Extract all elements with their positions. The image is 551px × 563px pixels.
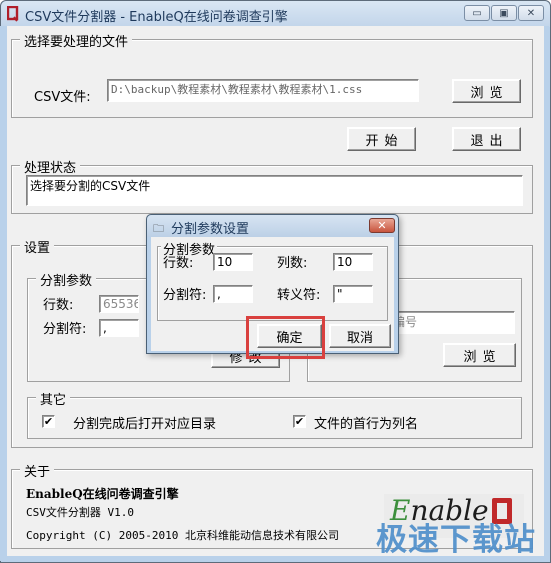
delimiter-input[interactable]: , bbox=[99, 319, 139, 337]
ok-button[interactable]: 确定 bbox=[257, 324, 322, 348]
app-logo-icon bbox=[7, 6, 19, 22]
dialog-cols-label: 列数: bbox=[277, 256, 308, 271]
cancel-button[interactable]: 取消 bbox=[329, 324, 391, 348]
copyright-text: Copyright (C) 2005-2010 北京科维能动信息技术有限公司 bbox=[26, 529, 339, 542]
dialog-close-button[interactable]: ✕ bbox=[369, 218, 395, 233]
browse-file-button[interactable]: 浏览 bbox=[452, 79, 521, 103]
dialog-delimiter-input[interactable]: , bbox=[213, 285, 253, 303]
product-name: EnableQ在线问卷调查引擎 bbox=[26, 487, 179, 501]
dialog-delimiter-label: 分割符: bbox=[163, 288, 207, 303]
browse-output-button[interactable]: 浏览 bbox=[443, 343, 516, 367]
open-folder-checkbox-label: 分割完成后打开对应目录 bbox=[73, 417, 217, 432]
split-params-group-label: 分割参数 bbox=[36, 270, 97, 289]
dialog-escape-input[interactable]: " bbox=[333, 285, 373, 303]
maximize-button[interactable]: ▣ bbox=[491, 5, 517, 21]
dialog-escape-label: 转义符: bbox=[277, 288, 321, 303]
window-title: CSV文件分割器 - EnableQ在线问卷调查引擎 bbox=[25, 10, 288, 25]
first-row-header-checkbox[interactable]: ✔ bbox=[293, 415, 306, 428]
dialog-title: 分割参数设置 bbox=[171, 222, 250, 237]
title-bar[interactable]: CSV文件分割器 - EnableQ在线问卷调查引擎 ▭ ▣ ✕ bbox=[1, 1, 550, 27]
status-textbox[interactable]: 选择要分割的CSV文件 bbox=[26, 175, 523, 206]
dialog-cols-input[interactable]: 10 bbox=[333, 253, 373, 271]
minimize-icon: ▭ bbox=[472, 7, 482, 19]
csv-path-input[interactable]: D:\backup\教程素材\教程素材\教程素材\1.css bbox=[107, 79, 419, 102]
file-select-group-label: 选择要处理的文件 bbox=[20, 31, 133, 50]
rows-label: 行数: bbox=[43, 298, 74, 313]
watermark-text: 极速下载站 bbox=[376, 522, 536, 558]
other-group-label: 其它 bbox=[36, 389, 71, 408]
maximize-icon: ▣ bbox=[499, 7, 509, 19]
status-group-label: 处理状态 bbox=[20, 157, 81, 176]
exit-button[interactable]: 退出 bbox=[452, 127, 521, 151]
close-icon: ✕ bbox=[377, 219, 387, 232]
dialog-body: 分割参数 行数: 10 列数: 10 分割符: , 转义符: " 确定 取消 bbox=[151, 237, 394, 351]
app-version: CSV文件分割器 V1.0 bbox=[26, 506, 134, 519]
start-button[interactable]: 开始 bbox=[347, 127, 416, 151]
dialog-rows-input[interactable]: 10 bbox=[213, 253, 253, 271]
minimize-button[interactable]: ▭ bbox=[464, 5, 490, 21]
close-button[interactable]: ✕ bbox=[518, 5, 544, 21]
rows-input[interactable]: 65536 bbox=[99, 295, 139, 313]
dialog-title-bar[interactable]: 🗀 分割参数设置 ✕ bbox=[147, 215, 398, 237]
first-row-header-checkbox-label: 文件的首行为列名 bbox=[314, 417, 419, 432]
open-folder-checkbox[interactable]: ✔ bbox=[42, 415, 55, 428]
about-group-label: 关于 bbox=[20, 461, 55, 480]
settings-group-label: 设置 bbox=[20, 237, 55, 256]
close-icon: ✕ bbox=[526, 7, 536, 19]
split-settings-dialog: 🗀 分割参数设置 ✕ 分割参数 行数: 10 列数: 10 分割符: , 转义符… bbox=[146, 214, 399, 354]
dialog-rows-label: 行数: bbox=[163, 256, 194, 271]
delimiter-label: 分割符: bbox=[43, 322, 87, 337]
csv-file-label: CSV文件: bbox=[34, 90, 91, 105]
